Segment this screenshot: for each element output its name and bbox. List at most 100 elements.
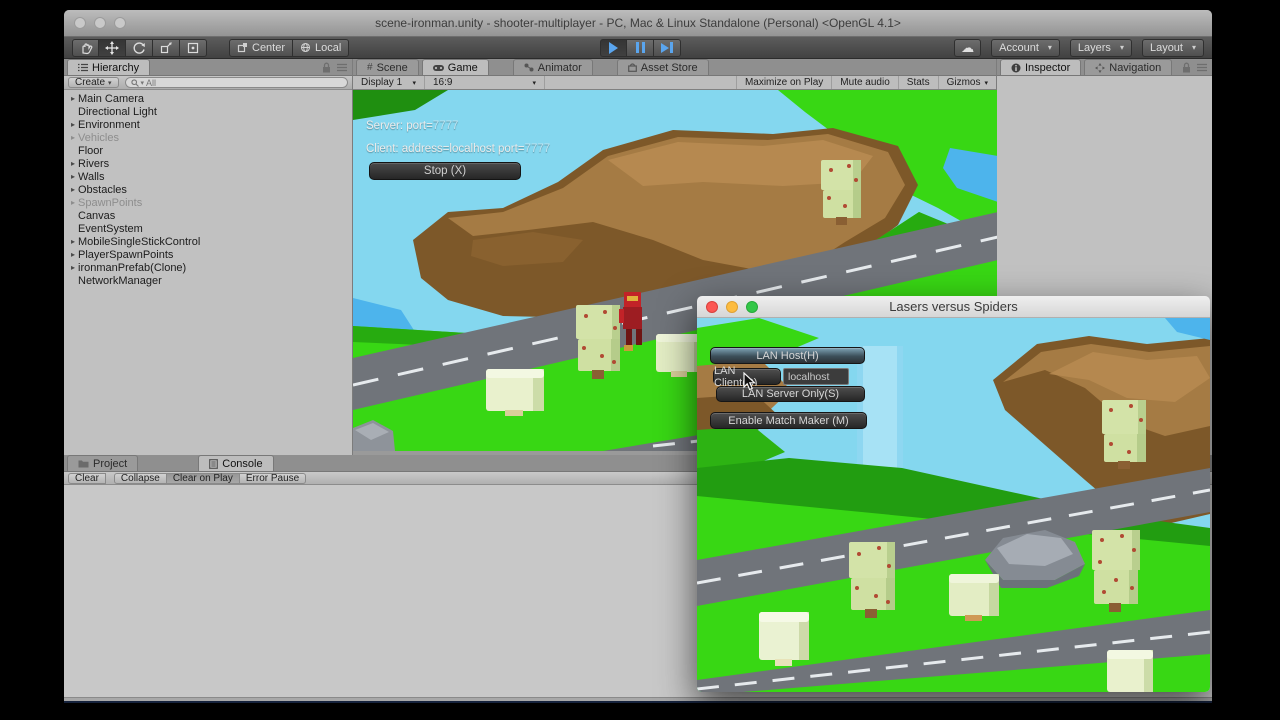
hierarchy-item[interactable]: ▸ SpawnPoints <box>64 196 352 209</box>
account-dropdown[interactable]: Account ▾ <box>991 38 1060 57</box>
panel-menu-icon[interactable] <box>1197 63 1207 72</box>
pause-button[interactable] <box>627 38 654 57</box>
tab-inspector[interactable]: Inspector <box>1000 59 1082 75</box>
hierarchy-item[interactable]: ▸ Main Camera <box>64 92 352 105</box>
expand-arrow-icon[interactable]: ▸ <box>68 120 78 129</box>
maximize-on-play-toggle[interactable]: Maximize on Play <box>735 76 831 89</box>
hierarchy-item[interactable]: ▸ PlayerSpawnPoints <box>64 248 352 261</box>
create-dropdown[interactable]: Create ▾ <box>68 77 119 88</box>
play-icon <box>609 41 618 54</box>
expand-arrow-icon[interactable]: ▸ <box>68 250 78 259</box>
gizmos-dropdown[interactable]: Gizmos ▾ <box>937 76 996 89</box>
expand-arrow-icon[interactable]: ▸ <box>68 185 78 194</box>
hierarchy-item[interactable]: ▸ Environment <box>64 118 352 131</box>
hierarchy-item[interactable]: ▸ Vehicles <box>64 131 352 144</box>
folder-icon <box>78 460 89 468</box>
bush <box>759 612 809 666</box>
expand-arrow-icon[interactable]: ▸ <box>68 172 78 181</box>
rect-tool-button[interactable] <box>180 38 207 57</box>
tab-animator[interactable]: Animator <box>512 59 593 75</box>
bush <box>949 574 999 621</box>
minimize-window-button[interactable] <box>94 17 106 29</box>
layers-dropdown[interactable]: Layers ▾ <box>1069 38 1132 57</box>
pivot-center-button[interactable]: Center <box>229 38 294 57</box>
tree <box>576 305 620 379</box>
lock-icon[interactable] <box>1182 62 1191 73</box>
tab-asset-store[interactable]: Asset Store <box>616 59 709 75</box>
expand-arrow-icon[interactable]: ▸ <box>68 133 78 142</box>
expand-arrow-icon[interactable]: ▸ <box>68 263 78 272</box>
search-filter-label: All <box>146 77 157 88</box>
tab-hierarchy[interactable]: Hierarchy <box>67 59 151 75</box>
game-window-titlebar[interactable]: Lasers versus Spiders <box>697 296 1210 318</box>
hierarchy-item[interactable]: ▸ Walls <box>64 170 352 183</box>
tab-navigation[interactable]: Navigation <box>1084 59 1173 75</box>
hierarchy-item[interactable]: ▸Directional Light <box>64 105 352 118</box>
minimize-window-button[interactable] <box>726 301 738 313</box>
scale-icon <box>160 41 172 53</box>
playmode-controls <box>600 38 681 57</box>
tab-console[interactable]: Console <box>198 455 274 471</box>
tab-scene[interactable]: # Scene <box>356 59 419 75</box>
zoom-window-button[interactable] <box>746 301 758 313</box>
pan-tool-button[interactable] <box>72 38 99 57</box>
hierarchy-item[interactable]: ▸EventSystem <box>64 222 352 235</box>
hierarchy-item[interactable]: ▸Floor <box>64 144 352 157</box>
stats-toggle[interactable]: Stats <box>897 76 938 89</box>
animator-icon <box>524 63 534 72</box>
hierarchy-item[interactable]: ▸Canvas <box>64 209 352 222</box>
chevron-down-icon: ▾ <box>140 79 145 87</box>
panel-menu-icon[interactable] <box>337 63 347 72</box>
hierarchy-item[interactable]: ▸ MobileSingleStickControl <box>64 235 352 248</box>
window-title: scene-ironman.unity - shooter-multiplaye… <box>375 16 901 30</box>
step-button[interactable] <box>654 38 681 57</box>
close-window-button[interactable] <box>706 301 718 313</box>
expand-arrow-icon[interactable]: ▸ <box>68 159 78 168</box>
chevron-down-icon: ▾ <box>1191 43 1196 52</box>
cloud-services-button[interactable]: ☁ <box>954 38 982 57</box>
hand-icon <box>81 42 92 54</box>
screen: scene-ironman.unity - shooter-multiplaye… <box>0 0 1280 720</box>
hierarchy-item[interactable]: ▸ Rivers <box>64 157 352 170</box>
zoom-window-button[interactable] <box>114 17 126 29</box>
hierarchy-search-input[interactable]: ▾ All <box>124 77 348 88</box>
error-pause-toggle[interactable]: Error Pause <box>239 472 307 484</box>
tab-game[interactable]: Game <box>421 59 489 75</box>
game-window-viewport[interactable]: LAN Host(H) LAN Client(C) localhost LAN … <box>697 318 1210 692</box>
collapse-button[interactable]: Collapse <box>113 472 167 484</box>
hierarchy-item[interactable]: ▸ Obstacles <box>64 183 352 196</box>
display-dropdown[interactable]: Display 1 ▾ <box>353 76 425 89</box>
coords-local-button[interactable]: Local <box>293 38 350 57</box>
tree <box>821 160 861 225</box>
stop-button[interactable]: Stop (X) <box>369 162 521 180</box>
tree <box>849 542 895 618</box>
clear-on-play-toggle[interactable]: Clear on Play <box>166 472 240 484</box>
scale-tool-button[interactable] <box>153 38 180 57</box>
mute-audio-toggle[interactable]: Mute audio <box>831 76 897 89</box>
expand-arrow-icon[interactable]: ▸ <box>68 94 78 103</box>
expand-arrow-icon[interactable]: ▸ <box>68 237 78 246</box>
lan-host-button[interactable]: LAN Host(H) <box>710 347 865 364</box>
hierarchy-item[interactable]: ▸NetworkManager <box>64 274 352 287</box>
lock-icon[interactable] <box>322 62 331 73</box>
console-doc-icon <box>209 458 219 469</box>
tab-project[interactable]: Project <box>67 455 139 471</box>
layout-dropdown[interactable]: Layout ▾ <box>1141 38 1204 57</box>
enable-match-maker-button[interactable]: Enable Match Maker (M) <box>710 412 867 429</box>
unity-titlebar: scene-ironman.unity - shooter-multiplaye… <box>64 10 1212 37</box>
chevron-down-icon: ▾ <box>984 79 988 87</box>
play-button[interactable] <box>600 38 627 57</box>
client-address-input[interactable]: localhost <box>783 368 849 385</box>
clear-button[interactable]: Clear <box>68 472 106 484</box>
tree <box>1102 400 1146 469</box>
lan-server-only-button[interactable]: LAN Server Only(S) <box>716 386 865 402</box>
close-window-button[interactable] <box>74 17 86 29</box>
expand-arrow-icon[interactable]: ▸ <box>68 198 78 207</box>
unity-statusbar <box>64 697 1212 701</box>
aspect-dropdown[interactable]: 16:9 ▾ <box>425 76 545 89</box>
chevron-down-icon: ▾ <box>108 79 112 87</box>
move-tool-button[interactable] <box>99 38 126 57</box>
rotate-tool-button[interactable] <box>126 38 153 57</box>
tree <box>1092 530 1140 612</box>
hierarchy-item[interactable]: ▸ ironmanPrefab(Clone) <box>64 261 352 274</box>
